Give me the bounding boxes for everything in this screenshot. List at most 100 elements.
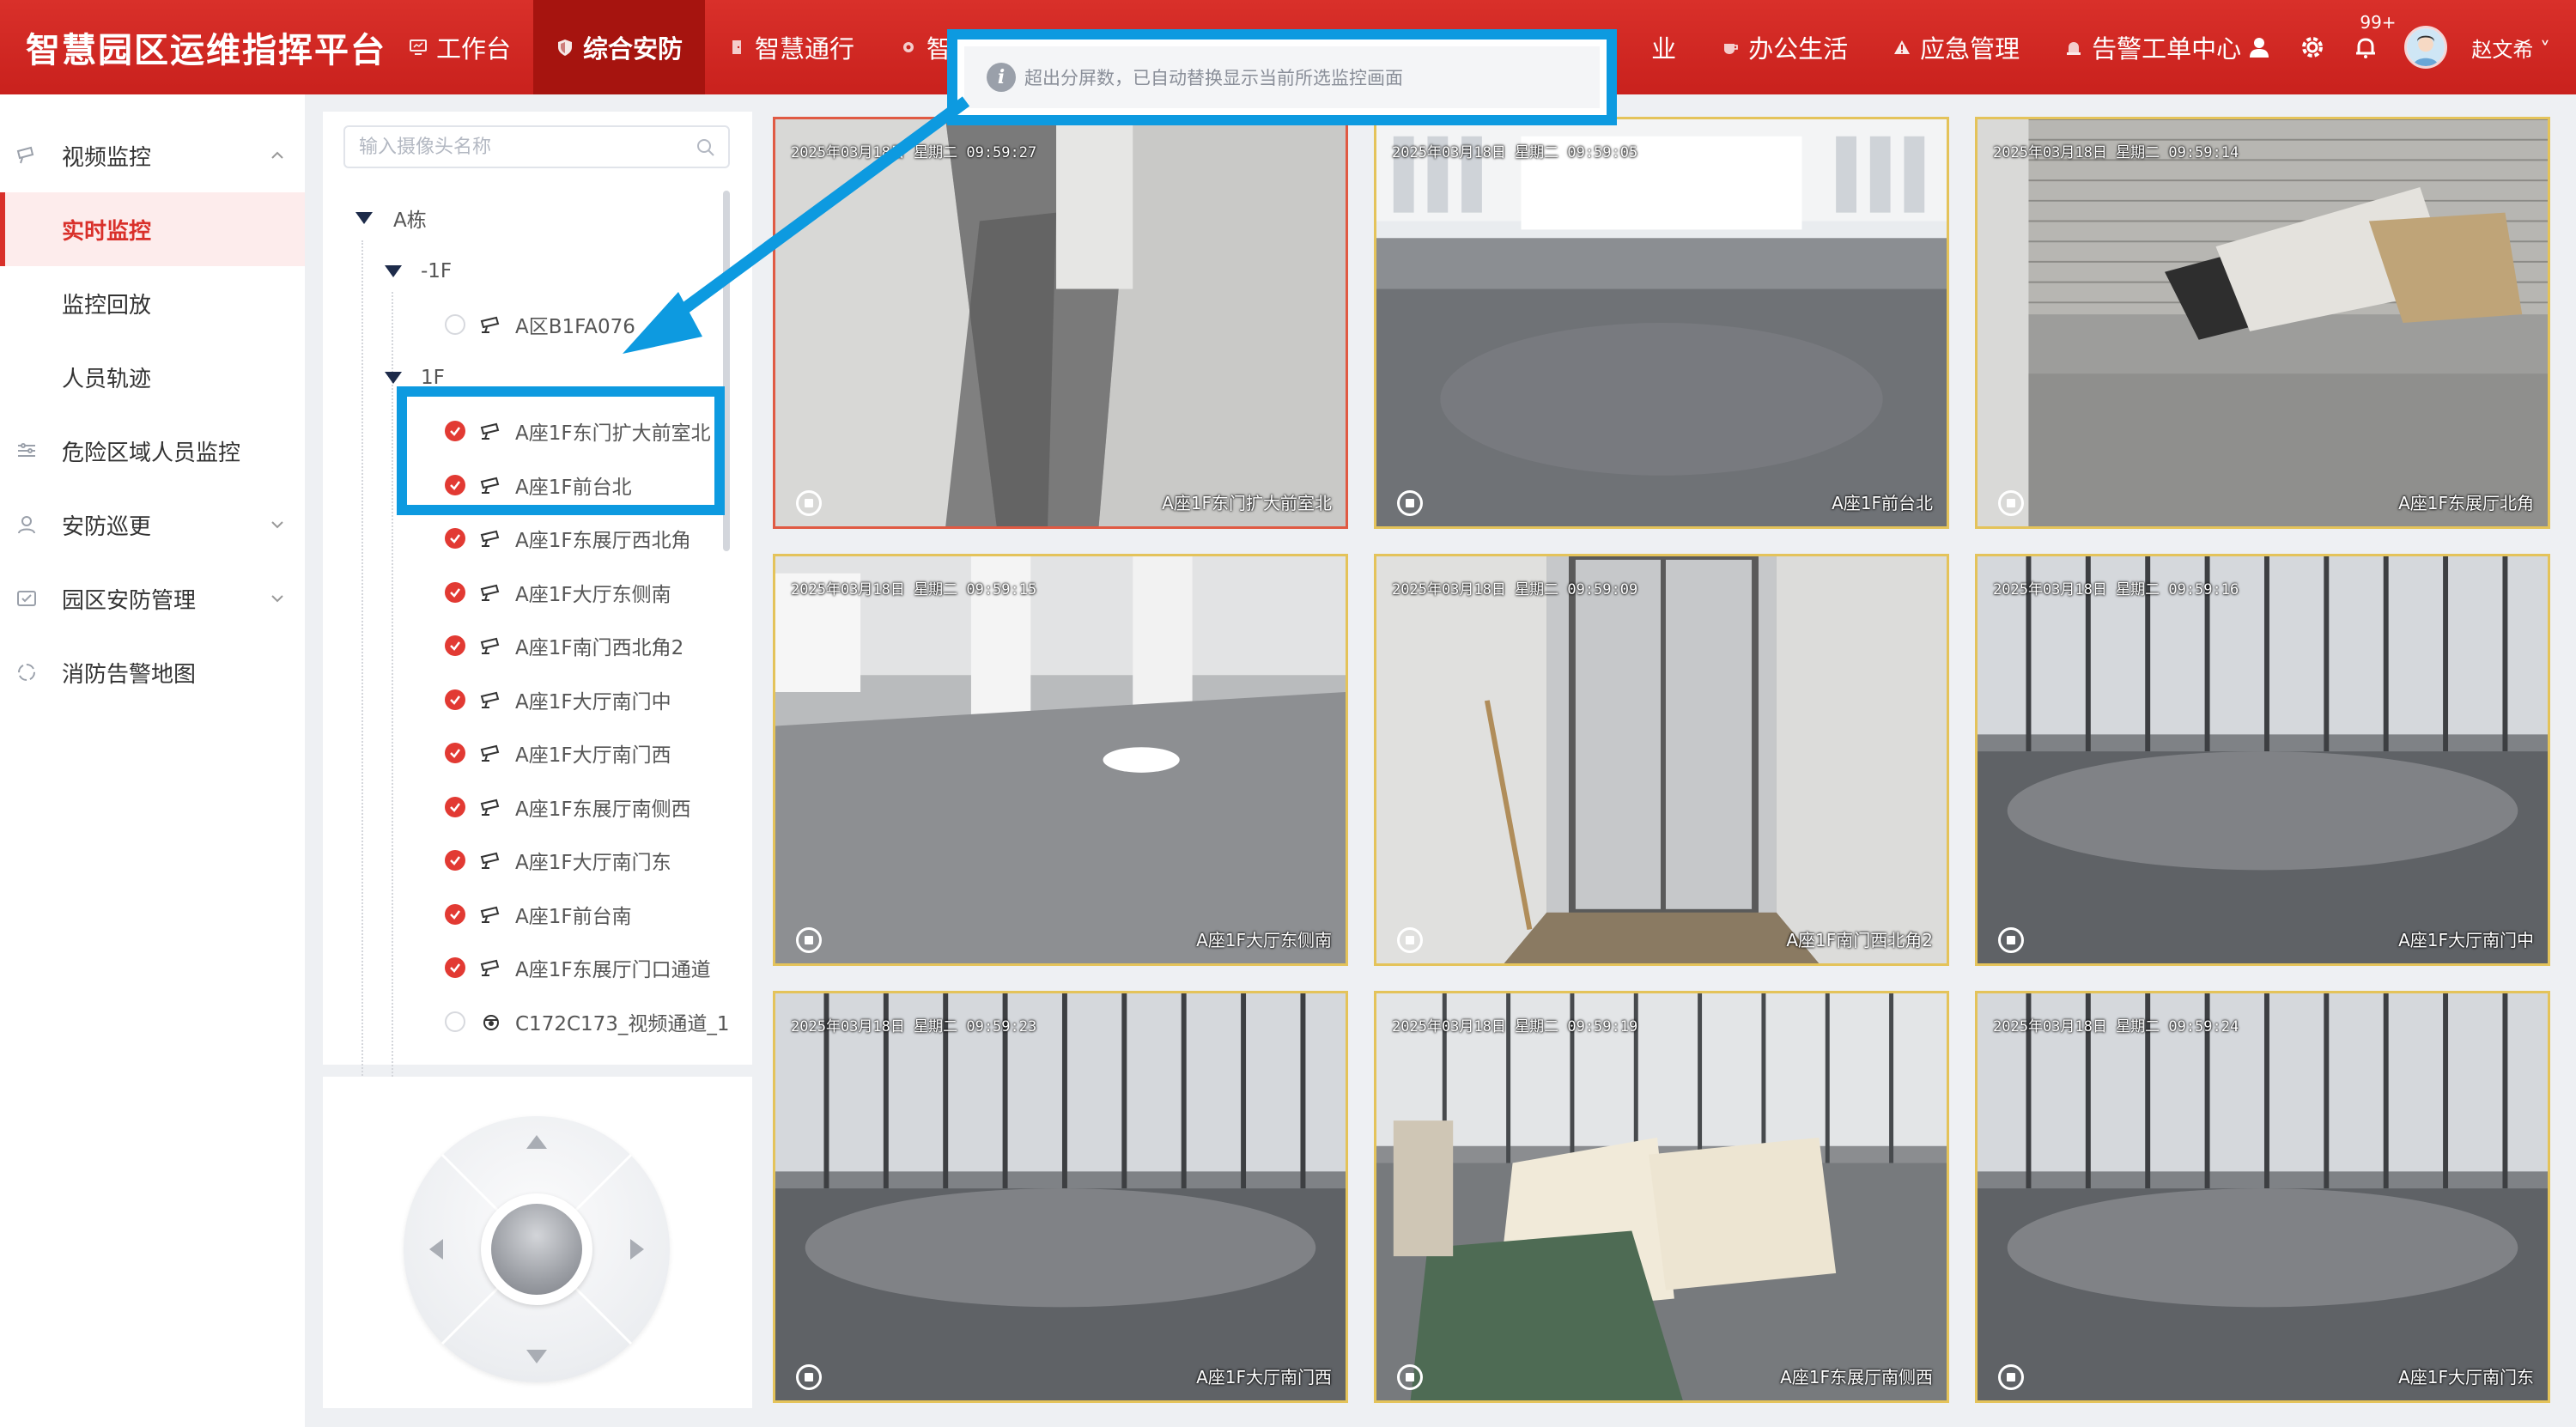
sidebar-item-label: 危险区域人员监控	[62, 440, 241, 466]
camera-feed-image	[1376, 556, 1947, 963]
nav-item-office-life[interactable]: 办公生活	[1698, 0, 1870, 94]
video-timestamp: 2025年03月18日 星期二 09:59:16	[1993, 581, 2239, 598]
bullet-camera-icon	[480, 637, 500, 654]
checkbox-checked[interactable]	[445, 796, 465, 817]
tree-camera-item[interactable]: A座1F东展厅南侧西	[445, 790, 691, 824]
checkbox-checked[interactable]	[445, 689, 465, 710]
checkbox-checked[interactable]	[445, 957, 465, 978]
nav-item-access[interactable]: 智慧通行	[705, 0, 877, 94]
tree-camera-item[interactable]: A座1F大厅南门东	[445, 843, 671, 877]
app-title: 智慧园区运维指挥平台	[26, 31, 386, 70]
sidebar-item-video-monitoring[interactable]: 视频监控	[0, 118, 305, 192]
video-timestamp: 2025年03月18日 星期二 09:59:23	[791, 1018, 1037, 1035]
checkbox-checked[interactable]	[445, 528, 465, 549]
sidebar-item-patrol[interactable]: 安防巡更	[0, 488, 305, 562]
checkbox[interactable]	[445, 314, 465, 335]
nav-item-alarm-center[interactable]: 告警工单中心	[2042, 0, 2263, 94]
checkbox-checked[interactable]	[445, 635, 465, 656]
ptz-center-knob[interactable]	[491, 1204, 582, 1295]
tree-camera-item[interactable]: C172C173_视频通道_1	[445, 1005, 730, 1039]
video-tile[interactable]: 2025年03月18日 星期二 09:59:15 A座1F大厅东侧南	[773, 554, 1348, 966]
sidebar-item-label: 人员轨迹	[62, 366, 152, 392]
tree-camera-item[interactable]: A座1F东展厅门口通道	[445, 950, 711, 985]
tree-camera-item[interactable]: A座1F大厅南门中	[445, 683, 671, 717]
caret-down-icon[interactable]	[385, 372, 402, 384]
ptz-center-ring	[481, 1193, 592, 1305]
video-timestamp: 2025年03月18日 星期二 09:59:14	[1993, 144, 2239, 161]
sidebar-item-playback[interactable]: 监控回放	[0, 266, 305, 340]
stop-icon[interactable]	[796, 1364, 822, 1390]
sidebar-item-realtime-monitoring[interactable]: 实时监控	[0, 192, 305, 266]
video-tile[interactable]: 2025年03月18日 星期二 09:59:23 A座1F大厅南门西	[773, 991, 1348, 1403]
user-icon[interactable]	[2245, 33, 2274, 62]
info-toast: i 超出分屏数，已自动替换显示当前所选监控画面	[947, 29, 1617, 125]
tree-camera-item[interactable]: A座1F大厅东侧南	[445, 575, 671, 610]
tree-camera-item[interactable]: A区B1FA076	[445, 307, 635, 342]
stop-icon[interactable]	[1397, 1364, 1423, 1390]
camera-feed-image	[1978, 993, 2548, 1400]
sidebar-item-label: 实时监控	[62, 218, 152, 245]
nav-label: 办公生活	[1748, 34, 1849, 64]
ptz-right-arrow-icon[interactable]	[630, 1239, 644, 1260]
stop-icon[interactable]	[1998, 927, 2024, 953]
ptz-down-arrow-icon[interactable]	[526, 1350, 547, 1363]
caret-down-icon[interactable]	[385, 265, 402, 277]
camera-feed-image	[1978, 556, 2548, 963]
ptz-directional-pad[interactable]	[404, 1116, 670, 1382]
video-tile[interactable]: 2025年03月18日 星期二 09:59:24 A座1F大厅南门东	[1975, 991, 2550, 1403]
stop-icon[interactable]	[796, 927, 822, 953]
sidebar-item-danger-zone[interactable]: 危险区域人员监控	[0, 414, 305, 488]
ptz-left-arrow-icon[interactable]	[429, 1239, 443, 1260]
tree-node-building[interactable]: A栋	[355, 201, 427, 235]
video-timestamp: 2025年03月18日 星期二 09:59:09	[1392, 581, 1638, 598]
checkbox-checked[interactable]	[445, 581, 465, 603]
video-tile[interactable]: 2025年03月18日 星期二 09:59:27 A座1F东门扩大前室北	[773, 117, 1348, 529]
bullet-camera-icon	[480, 959, 500, 976]
tree-node-floor-b1[interactable]: -1F	[385, 254, 452, 288]
sidebar-item-trajectory[interactable]: 人员轨迹	[0, 340, 305, 414]
camera-name: A座1F大厅南门东	[515, 852, 671, 874]
tree-camera-item[interactable]: A座1F前台南	[445, 897, 632, 932]
stop-icon[interactable]	[1397, 927, 1423, 953]
search-icon[interactable]	[696, 137, 716, 158]
settings-gear-icon[interactable]	[2298, 33, 2327, 62]
video-channel-label: A座1F南门西北角2	[1786, 930, 1933, 950]
checkbox[interactable]	[445, 1011, 465, 1032]
manage-icon	[17, 591, 36, 606]
video-tile[interactable]: 2025年03月18日 星期二 09:59:19 A座1F东展厅南侧西	[1374, 991, 1949, 1403]
caret-down-icon[interactable]	[355, 212, 373, 224]
video-channel-label: A座1F大厅南门中	[2398, 930, 2534, 950]
stop-icon[interactable]	[1397, 490, 1423, 516]
sidebar-item-fire-alarm-map[interactable]: 消防告警地图	[0, 635, 305, 709]
notification-bell-icon[interactable]: 99+	[2351, 12, 2397, 62]
bullet-camera-icon	[480, 906, 500, 923]
video-tile[interactable]: 2025年03月18日 星期二 09:59:16 A座1F大厅南门中	[1975, 554, 2550, 966]
stop-icon[interactable]	[796, 490, 822, 516]
ptz-up-arrow-icon[interactable]	[526, 1135, 547, 1149]
nav-item-security[interactable]: 综合安防	[533, 0, 706, 94]
stop-icon[interactable]	[1998, 490, 2024, 516]
nav-item-workbench[interactable]: 工作台	[386, 0, 533, 94]
tree-camera-item[interactable]: A座1F大厅南门西	[445, 736, 671, 770]
video-icon	[16, 146, 34, 164]
checkbox-checked[interactable]	[445, 850, 465, 871]
nav-item-emergency[interactable]: 应急管理	[1870, 0, 2042, 94]
camera-name: A座1F南门西北角2	[515, 637, 684, 659]
sidebar-item-label: 安防巡更	[62, 513, 152, 540]
video-tile[interactable]: 2025年03月18日 星期二 09:59:05 A座1F前台北	[1374, 117, 1949, 529]
checkbox-checked[interactable]	[445, 903, 465, 925]
username[interactable]: 赵文希 ˅	[2471, 33, 2550, 63]
video-channel-label: A座1F大厅南门西	[1196, 1367, 1332, 1388]
sidebar-item-security-management[interactable]: 园区安防管理	[0, 562, 305, 635]
map-icon	[18, 664, 35, 681]
checkbox-checked[interactable]	[445, 743, 465, 763]
tree-node-label: -1F	[421, 260, 453, 282]
video-tile[interactable]: 2025年03月18日 星期二 09:59:14 A座1F东展厅北角	[1975, 117, 2550, 529]
stop-icon[interactable]	[1998, 1364, 2024, 1390]
tree-camera-item[interactable]: A座1F东展厅西北角	[445, 521, 691, 556]
patrol-icon	[18, 516, 35, 534]
camera-search-input[interactable]	[359, 136, 694, 158]
avatar[interactable]	[2404, 26, 2448, 69]
tree-camera-item[interactable]: A座1F南门西北角2	[445, 628, 683, 663]
video-tile[interactable]: 2025年03月18日 星期二 09:59:09 A座1F南门西北角2	[1374, 554, 1949, 966]
